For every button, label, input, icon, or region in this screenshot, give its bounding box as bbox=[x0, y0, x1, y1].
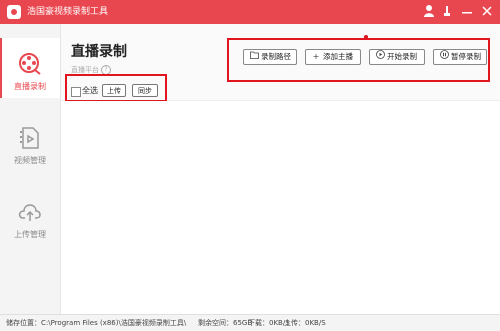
video-file-icon bbox=[20, 127, 39, 149]
play-circle-icon bbox=[375, 50, 385, 64]
record-path-label: 录制路径 bbox=[261, 52, 291, 61]
sidebar-item-label: 直播录制 bbox=[14, 82, 46, 91]
page-title: 直播录制 bbox=[71, 44, 127, 60]
close-icon[interactable] bbox=[480, 4, 494, 20]
sync-button[interactable]: 同步 bbox=[132, 84, 158, 97]
sidebar-item-live-record[interactable]: 直播录制 bbox=[0, 38, 60, 98]
title-bar: 浩国豪视频录制工具 bbox=[0, 0, 500, 24]
upload-button[interactable]: 上传 bbox=[102, 84, 126, 97]
pause-record-button[interactable]: 暂停录制 bbox=[433, 49, 487, 65]
free-space-text: 剩余空间：65GB bbox=[198, 319, 253, 327]
add-host-button[interactable]: + 添加主播 bbox=[305, 49, 361, 65]
record-path-button[interactable]: 录制路径 bbox=[243, 49, 297, 65]
upload-speed-text: 上传：0KB/S bbox=[284, 319, 326, 327]
pause-circle-icon bbox=[439, 50, 449, 64]
sidebar-item-video-manage[interactable]: 视频管理 bbox=[0, 112, 60, 172]
select-all-label: 全选 bbox=[82, 86, 98, 95]
app-logo-icon bbox=[7, 5, 21, 19]
start-record-button[interactable]: 开始录制 bbox=[369, 49, 425, 65]
plus-icon: + bbox=[312, 52, 320, 61]
recording-list-area bbox=[61, 101, 500, 314]
window-title: 浩国豪视频录制工具 bbox=[27, 7, 109, 17]
folder-icon bbox=[249, 50, 259, 64]
start-record-label: 开始录制 bbox=[387, 52, 417, 61]
sidebar-item-label: 上传管理 bbox=[14, 230, 46, 239]
settings-icon[interactable] bbox=[440, 4, 454, 20]
status-bar: 储存位置：C:\Program Files (x86)\浩国豪视频录制工具\ 剩… bbox=[0, 314, 500, 331]
select-all-checkbox[interactable] bbox=[71, 87, 81, 97]
sidebar: 直播录制 视频管理 上传管理 bbox=[0, 24, 61, 314]
sidebar-item-label: 视频管理 bbox=[14, 156, 46, 165]
minimize-icon[interactable] bbox=[460, 4, 474, 20]
storage-location-text: 储存位置：C:\Program Files (x86)\浩国豪视频录制工具\ bbox=[6, 319, 187, 327]
sidebar-item-upload-manage[interactable]: 上传管理 bbox=[0, 186, 60, 246]
user-icon[interactable] bbox=[422, 4, 436, 20]
add-host-label: 添加主播 bbox=[323, 52, 353, 61]
film-reel-icon bbox=[19, 53, 41, 75]
cloud-upload-icon bbox=[18, 204, 41, 221]
pause-record-label: 暂停录制 bbox=[451, 52, 481, 61]
